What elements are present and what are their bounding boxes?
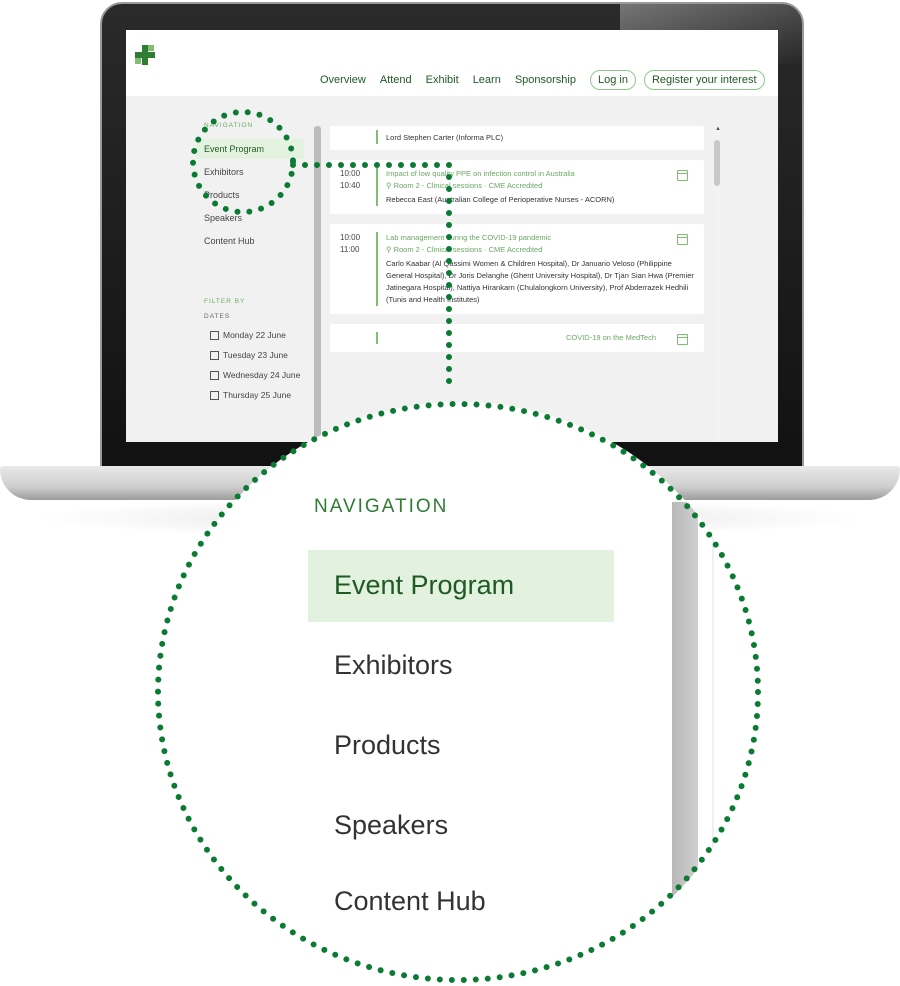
session-speakers: Rebecca East (Australian College of Peri… [386,195,615,204]
dates-label: DATES [204,313,231,320]
calendar-icon[interactable] [677,170,688,181]
session-card[interactable]: COVID-19 on the MedTech [330,324,704,352]
magnified-item-content-hub: Content Hub [334,886,486,916]
checkbox-icon[interactable] [210,351,219,360]
nav-exhibit[interactable]: Exhibit [426,74,459,86]
session-title[interactable]: Impact of low quality PPE on infection c… [386,168,696,180]
sidebar-item-exhibitors[interactable]: Exhibitors [196,162,304,182]
session-card[interactable]: 10:00 11:00 Lab management during the CO… [330,224,704,314]
site-header: Overview Attend Exhibit Learn Sponsorshi… [126,30,778,96]
session-body: Impact of low quality PPE on infection c… [376,168,696,206]
magnified-panel: NAVIGATION Event Program Exhibitors Prod… [160,402,760,982]
sidebar-scrollbar[interactable] [314,126,321,442]
date-label: Monday 22 June [223,330,286,340]
session-time-end: 10:40 [340,181,361,190]
magnified-item-exhibitors: Exhibitors [334,650,453,680]
main-nav: Overview Attend Exhibit Learn Sponsorshi… [320,70,773,90]
magnified-item-event-program: Event Program [334,570,515,600]
plus-logo-icon[interactable] [134,44,156,66]
sidebar-item-content-hub[interactable]: Content Hub [196,231,304,251]
session-card[interactable]: Lord Stephen Carter (Informa PLC) [330,126,704,150]
session-location: ⚲ Room 2 - Clinical sessions · CME Accre… [386,244,696,256]
magnified-divider [712,462,714,982]
session-location: ⚲ Room 2 - Clinical sessions · CME Accre… [386,180,696,192]
session-body: COVID-19 on the MedTech [376,332,696,344]
session-scrollbar[interactable]: ▲ [714,126,721,442]
magnified-heading: NAVIGATION [314,496,449,517]
magnified-view: NAVIGATION Event Program Exhibitors Prod… [160,402,760,982]
checkbox-icon[interactable] [210,331,219,340]
location-pin-icon: ⚲ [386,245,394,254]
date-option-thursday[interactable]: Thursday 25 June [196,390,304,400]
sidebar-nav: NAVIGATION Event Program Exhibitors Prod… [196,122,304,254]
sidebar-item-products[interactable]: Products [196,185,304,205]
date-option-wednesday[interactable]: Wednesday 24 June [196,370,304,380]
date-label: Tuesday 23 June [223,350,288,360]
session-card[interactable]: 10:00 10:40 Impact of low quality PPE on… [330,160,704,214]
laptop-screen: Overview Attend Exhibit Learn Sponsorshi… [126,30,778,442]
sidebar-item-speakers[interactable]: Speakers [196,208,304,228]
session-time-end: 11:00 [340,245,360,254]
date-label: Thursday 25 June [223,390,292,400]
session-time-start: 10:00 [340,233,361,242]
login-button[interactable]: Log in [589,70,636,90]
session-title[interactable]: COVID-19 on the MedTech [386,332,696,344]
calendar-icon[interactable] [677,234,688,245]
session-body: Lab management during the COVID-19 pande… [376,232,696,306]
session-time-start: 10:00 [340,169,361,178]
magnified-item-speakers: Speakers [334,810,449,840]
magnified-item-products: Products [334,730,441,760]
sidebar-item-event-program[interactable]: Event Program [196,139,304,159]
session-time [330,332,376,344]
nav-learn[interactable]: Learn [473,74,501,86]
location-pin-icon: ⚲ [386,181,394,190]
scroll-up-icon[interactable]: ▲ [715,126,721,132]
magnified-scrollbar [672,502,698,982]
session-time: 10:00 10:40 [330,168,376,206]
session-location-text: Room 2 - Clinical sessions · CME Accredi… [393,181,543,190]
register-interest-button[interactable]: Register your interest [643,70,765,90]
date-option-tuesday[interactable]: Tuesday 23 June [196,350,304,360]
nav-attend[interactable]: Attend [380,74,412,86]
sidebar-heading: NAVIGATION [204,122,254,129]
checkbox-icon[interactable] [210,371,219,380]
session-title[interactable]: Lab management during the COVID-19 pande… [386,232,696,244]
session-list: Lord Stephen Carter (Informa PLC) 10:00 … [330,126,704,362]
session-speakers: Carlo Kaabar (Al Qassimi Women & Childre… [386,259,694,304]
date-option-monday[interactable]: Monday 22 June [196,330,304,340]
nav-sponsorship[interactable]: Sponsorship [515,74,576,86]
session-time: 10:00 11:00 [330,232,376,306]
scroll-thumb[interactable] [714,140,720,186]
filter-panel: FILTER BY DATES Monday 22 June Tuesday 2… [196,298,304,410]
session-location-text: Room 2 - Clinical sessions · CME Accredi… [393,245,543,254]
nav-overview[interactable]: Overview [320,74,366,86]
date-label: Wednesday 24 June [223,370,301,380]
calendar-icon[interactable] [677,334,688,345]
session-time [330,130,376,144]
session-speakers: Lord Stephen Carter (Informa PLC) [386,133,504,142]
session-body: Lord Stephen Carter (Informa PLC) [376,130,696,144]
filter-heading: FILTER BY [204,298,246,305]
checkbox-icon[interactable] [210,391,219,400]
